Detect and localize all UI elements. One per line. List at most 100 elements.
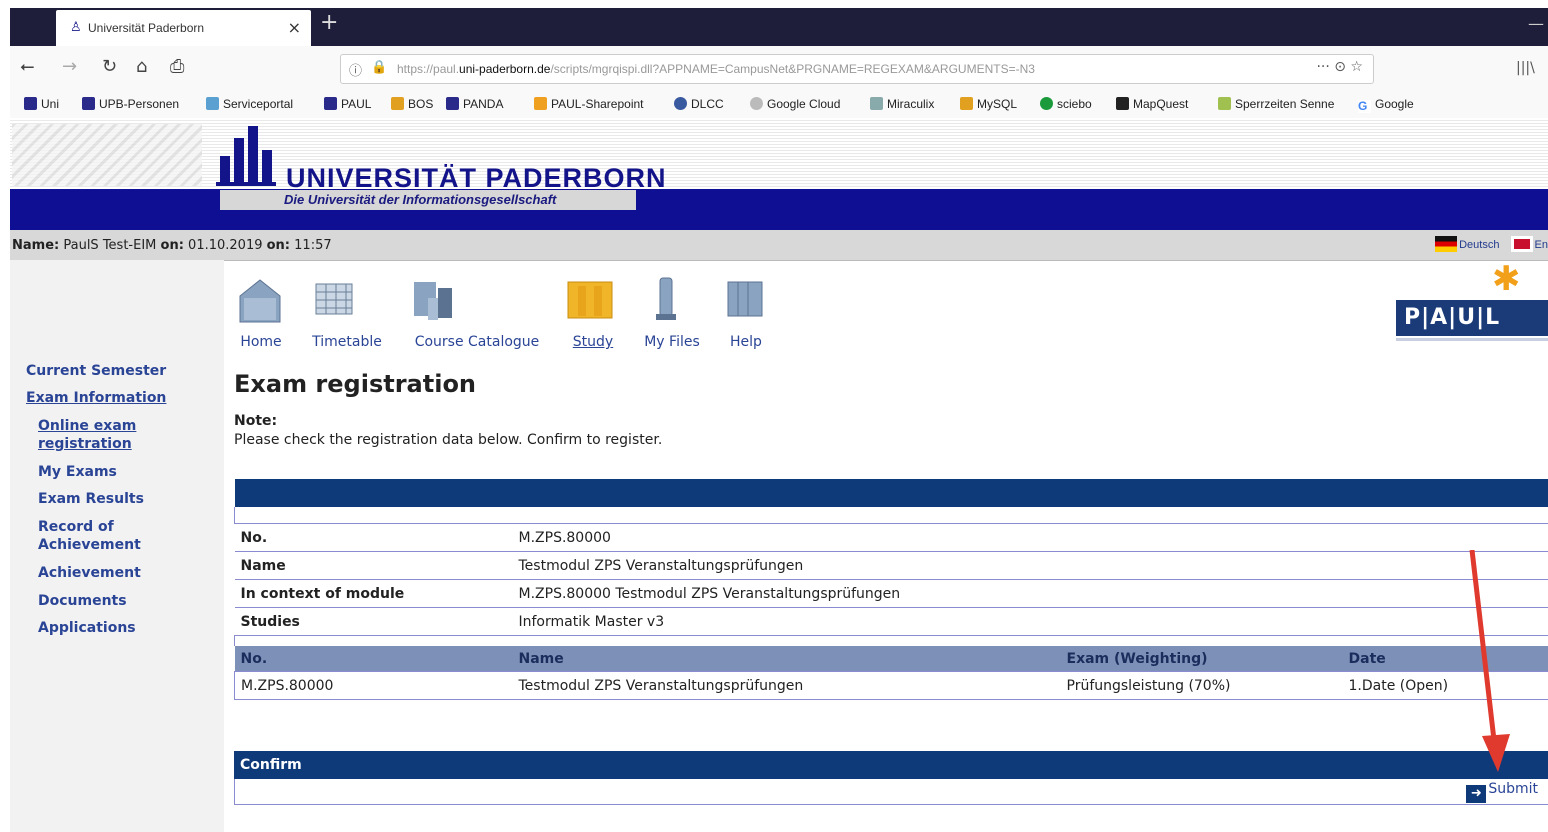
nav-my-files-label: My Files xyxy=(644,334,700,350)
minimize-icon[interactable]: — xyxy=(1528,14,1544,33)
bookmark-dlcc[interactable]: DLCC xyxy=(674,97,724,111)
bookmark-sciebo[interactable]: sciebo xyxy=(1040,97,1092,111)
bookmark-sperrzeiten-senne[interactable]: Sperrzeiten Senne xyxy=(1218,97,1334,111)
user-info: Name: PaulS Test-EIM on: 01.10.2019 on: … xyxy=(12,238,332,253)
page-title: Exam registration xyxy=(234,370,477,398)
university-tagline: Die Universität der Informationsgesellsc… xyxy=(220,190,636,210)
url-text[interactable]: https://paul.uni-paderborn.de/scripts/mg… xyxy=(397,62,1035,76)
bookmark-serviceportal[interactable]: Serviceportal xyxy=(206,97,293,111)
detail-value: Testmodul ZPS Veranstaltungsprüfungen xyxy=(512,551,1548,580)
info-icon[interactable]: ⓘ xyxy=(349,60,362,79)
back-icon[interactable]: ⭠ xyxy=(20,56,34,77)
nav-help[interactable]: Help xyxy=(720,276,772,350)
table-row: Name Testmodul ZPS Veranstaltungsprüfung… xyxy=(234,551,1548,580)
exam-weighting: Prüfungsleistung (70%) xyxy=(1060,671,1343,700)
bookmark-upb-personen[interactable]: UPB-Personen xyxy=(82,97,179,111)
detail-key: In context of module xyxy=(234,579,513,608)
help-book-icon xyxy=(727,281,763,317)
nav-study[interactable]: Study xyxy=(564,276,622,350)
nav-timetable[interactable]: Timetable xyxy=(306,276,388,350)
sidebar-item-exam-results[interactable]: Exam Results xyxy=(38,490,144,508)
nav-my-files[interactable]: My Files xyxy=(640,276,704,350)
bookmark-paul-sharepoint[interactable]: PAUL-Sharepoint xyxy=(534,97,644,111)
table-header-bar xyxy=(234,479,1548,507)
bookmark-uni[interactable]: Uni xyxy=(24,97,59,111)
bookmark-panda[interactable]: PANDA xyxy=(446,97,503,111)
col-header-name: Name xyxy=(512,646,1061,672)
study-folder-icon xyxy=(567,281,613,319)
nav-course-catalogue-label: Course Catalogue xyxy=(414,334,540,350)
paul-figure-icon: ✱ xyxy=(1492,259,1521,299)
exam-name: Testmodul ZPS Veranstaltungsprüfungen xyxy=(512,671,1061,700)
url-bar[interactable]: ⓘ 🔒 https://paul.uni-paderborn.de/script… xyxy=(340,54,1374,84)
bookmark-bos[interactable]: BOS xyxy=(391,97,433,111)
sidebar-item-applications[interactable]: Applications xyxy=(38,619,136,637)
submit-button[interactable]: ➜ Submit xyxy=(1466,781,1538,803)
lock-icon: 🔒 xyxy=(371,60,388,75)
timetable-grid-icon xyxy=(315,283,353,315)
english-flag-icon[interactable] xyxy=(1510,236,1533,252)
bookmark-mapquest[interactable]: MapQuest xyxy=(1116,97,1188,111)
note-label: Note: xyxy=(234,413,278,429)
home-icon[interactable]: ⌂ xyxy=(136,56,147,77)
exam-table-header: No. Name Exam (Weighting) Date xyxy=(234,646,1548,672)
bookmark-miraculix[interactable]: Miraculix xyxy=(870,97,934,111)
files-stack-icon xyxy=(656,277,676,320)
nav-home-label: Home xyxy=(240,334,282,350)
lang-english-link[interactable]: En xyxy=(1535,239,1548,251)
bookmark-google[interactable]: G Google xyxy=(1358,97,1414,113)
university-logo-icon[interactable] xyxy=(216,124,276,190)
detail-value: Informatik Master v3 xyxy=(512,607,1548,636)
table-spacer xyxy=(234,507,1548,524)
paul-logo-tagline xyxy=(1396,338,1548,341)
sidebar-item-achievement[interactable]: Achievement xyxy=(38,564,141,582)
submit-row: ➜ Submit xyxy=(234,779,1548,805)
forward-icon[interactable]: → xyxy=(62,56,77,77)
col-header-exam: Exam (Weighting) xyxy=(1060,646,1343,672)
tab-favicon-icon: ♙ xyxy=(70,20,82,35)
sidebar-item-my-exams[interactable]: My Exams xyxy=(38,463,117,481)
nav-help-label: Help xyxy=(730,334,762,350)
nav-course-catalogue[interactable]: Course Catalogue xyxy=(408,276,546,350)
language-switcher: Deutsch En xyxy=(1435,236,1548,252)
bookmarks-bar: Uni UPB-Personen Serviceportal PAUL BOS … xyxy=(10,92,1548,119)
home-building-icon xyxy=(239,279,281,323)
bookmark-google-cloud[interactable]: Google Cloud xyxy=(750,97,840,111)
user-info-bar: Name: PaulS Test-EIM on: 01.10.2019 on: … xyxy=(10,230,1548,261)
nav-study-label: Study xyxy=(572,334,614,350)
detail-value: M.ZPS.80000 xyxy=(512,523,1548,552)
detail-key: No. xyxy=(234,523,513,552)
exam-no: M.ZPS.80000 xyxy=(234,671,513,700)
exam-table-row: M.ZPS.80000 Testmodul ZPS Veranstaltungs… xyxy=(234,671,1548,700)
bookmark-paul[interactable]: PAUL xyxy=(324,97,371,111)
sidebar-item-record-of-achievement[interactable]: Record of Achievement xyxy=(38,518,158,554)
reload-icon[interactable]: ↻ xyxy=(102,56,117,77)
submit-arrow-icon: ➜ xyxy=(1466,785,1487,803)
browser-tab[interactable]: Universität Paderborn ♙ × xyxy=(56,10,311,46)
print-icon[interactable]: ⎙ xyxy=(170,56,184,77)
registration-details-table: No. M.ZPS.80000 Name Testmodul ZPS Veran… xyxy=(234,479,1548,700)
confirm-header: Confirm xyxy=(234,751,1548,779)
nav-home[interactable]: Home xyxy=(234,276,288,350)
sidebar-item-online-exam-registration[interactable]: Online exam registration xyxy=(38,417,188,453)
sidebar-item-current-semester[interactable]: Current Semester xyxy=(26,362,166,380)
table-row: In context of module M.ZPS.80000 Testmod… xyxy=(234,579,1548,608)
paul-logo[interactable]: ✱ P|A|U|L xyxy=(1396,262,1548,346)
sidebar-item-documents[interactable]: Documents xyxy=(38,592,127,610)
url-actions[interactable]: ··· ⊙ ☆ xyxy=(1316,59,1363,75)
library-icon[interactable]: |||\ xyxy=(1516,60,1535,76)
lang-deutsch-link[interactable]: Deutsch xyxy=(1459,239,1499,251)
german-flag-icon[interactable] xyxy=(1435,236,1458,252)
col-header-no: No. xyxy=(234,646,513,672)
nav-timetable-label: Timetable xyxy=(312,334,382,350)
detail-key: Name xyxy=(234,551,513,580)
header-circuit-art xyxy=(12,124,202,186)
tab-close-icon[interactable]: × xyxy=(288,18,301,37)
table-row: Studies Informatik Master v3 xyxy=(234,607,1548,636)
bookmark-mysql[interactable]: MySQL xyxy=(960,97,1017,111)
new-tab-button[interactable]: + xyxy=(320,12,338,34)
table-row: No. M.ZPS.80000 xyxy=(234,523,1548,552)
sidebar-item-exam-information[interactable]: Exam Information xyxy=(26,389,166,407)
note-text: Please check the registration data below… xyxy=(234,432,663,448)
detail-key: Studies xyxy=(234,607,513,636)
